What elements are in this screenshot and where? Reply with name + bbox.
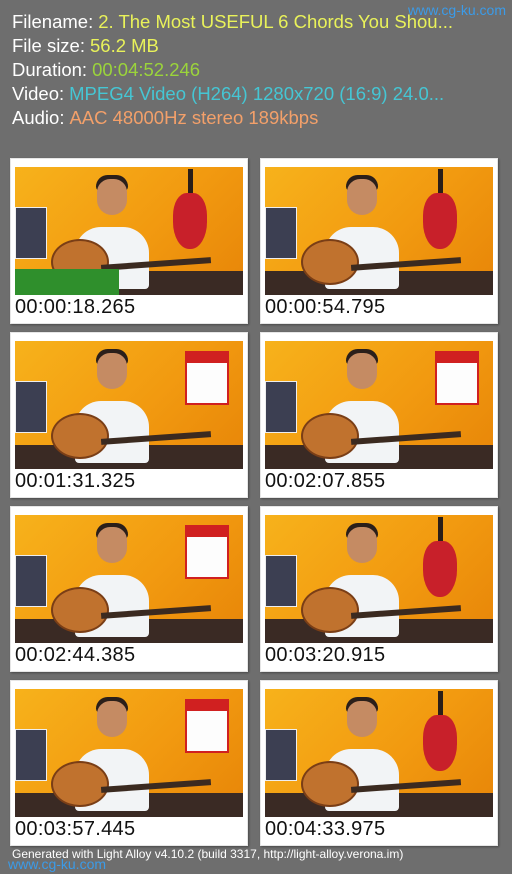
chord-diagram — [435, 351, 479, 405]
timestamp: 00:03:57.445 — [15, 818, 136, 840]
duration-row: Duration: 00:04:52.246 — [12, 58, 508, 82]
name-caption-graphic — [15, 269, 119, 295]
chord-diagram — [185, 699, 229, 753]
timestamp: 00:01:31.325 — [15, 470, 136, 492]
duration-label: Duration: — [12, 59, 88, 80]
thumbnail-card[interactable]: 00:02:07.855 — [260, 332, 498, 498]
timestamp: 00:00:18.265 — [15, 296, 136, 318]
timestamp: 00:04:33.975 — [265, 818, 386, 840]
thumbnail-card[interactable]: 00:03:57.445 — [10, 680, 248, 846]
thumbnail-card[interactable]: 00:02:44.385 — [10, 506, 248, 672]
video-frame — [265, 689, 493, 817]
filename-label: Filename: — [12, 11, 94, 32]
thumbnail-grid: 00:00:18.265 00:00:54.795 00:01:31.325 0… — [10, 158, 498, 846]
filesize-label: File size: — [12, 35, 85, 56]
thumbnail-card[interactable]: 00:00:54.795 — [260, 158, 498, 324]
video-label: Video: — [12, 83, 65, 104]
video-row: Video: MPEG4 Video (H264) 1280x720 (16:9)… — [12, 82, 508, 106]
chord-diagram — [185, 525, 229, 579]
filename-row: Filename: 2. The Most USEFUL 6 Chords You… — [12, 10, 508, 34]
video-frame — [15, 341, 243, 469]
video-frame — [265, 341, 493, 469]
video-frame — [265, 515, 493, 643]
chord-diagram — [185, 351, 229, 405]
file-info-panel: Filename: 2. The Most USEFUL 6 Chords You… — [12, 10, 508, 130]
audio-row: Audio: AAC 48000Hz stereo 189kbps — [12, 106, 508, 130]
audio-value: AAC 48000Hz stereo 189kbps — [69, 107, 319, 128]
timestamp: 00:03:20.915 — [265, 644, 386, 666]
audio-label: Audio: — [12, 107, 65, 128]
thumbnail-card[interactable]: 00:01:31.325 — [10, 332, 248, 498]
thumbnail-card[interactable]: 00:04:33.975 — [260, 680, 498, 846]
video-frame — [15, 689, 243, 817]
video-value: MPEG4 Video (H264) 1280x720 (16:9) 24.0.… — [69, 83, 445, 104]
video-frame — [15, 515, 243, 643]
video-frame — [265, 167, 493, 295]
filesize-value: 56.2 MB — [90, 35, 159, 56]
duration-value: 00:04:52.246 — [92, 59, 201, 80]
timestamp: 00:02:07.855 — [265, 470, 386, 492]
video-frame — [15, 167, 243, 295]
watermark-bottom: www.cg-ku.com — [8, 856, 107, 872]
timestamp: 00:00:54.795 — [265, 296, 386, 318]
filesize-row: File size: 56.2 MB — [12, 34, 508, 58]
timestamp: 00:02:44.385 — [15, 644, 136, 666]
thumbnail-card[interactable]: 00:00:18.265 — [10, 158, 248, 324]
filename-value: 2. The Most USEFUL 6 Chords You Shou... — [98, 11, 454, 32]
thumbnail-card[interactable]: 00:03:20.915 — [260, 506, 498, 672]
